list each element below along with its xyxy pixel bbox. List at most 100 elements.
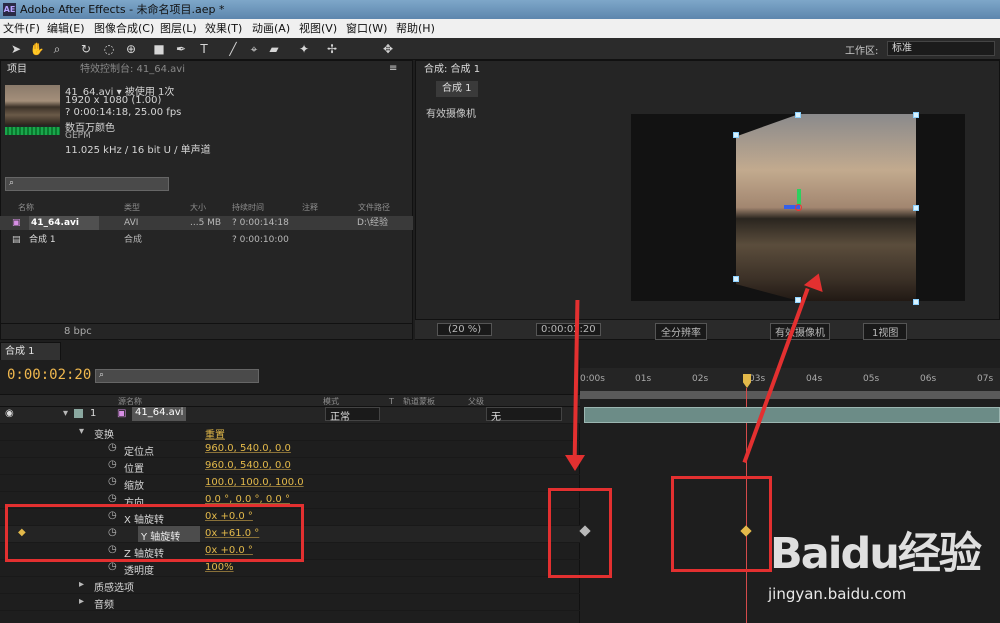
menu-composition[interactable]: 图像合成(C)	[94, 19, 154, 38]
rotated-footage-layer[interactable]	[736, 114, 916, 301]
annotation-box-first-keyframe	[548, 488, 612, 578]
project-tab[interactable]: 项目	[7, 62, 27, 78]
column-duration[interactable]: 持续时间	[232, 201, 264, 215]
stopwatch-icon[interactable]: ◷	[108, 493, 117, 504]
footage-resolution: 1920 x 1080 (1.00)	[65, 95, 162, 106]
pan-behind-icon[interactable]: ⊕	[123, 41, 139, 57]
project-item-type: AVI	[124, 218, 139, 228]
timeline-column-header	[0, 394, 580, 407]
stopwatch-icon[interactable]: ◷	[108, 476, 117, 487]
layer-handle[interactable]	[733, 276, 739, 282]
layer-handle[interactable]	[795, 112, 801, 118]
project-item-size: ...5 MB	[190, 218, 222, 228]
stopwatch-icon[interactable]: ◷	[108, 459, 117, 470]
project-item-duration: ? 0:00:14:18	[232, 218, 289, 228]
menu-file[interactable]: 文件(F)	[3, 19, 40, 38]
axis-mode-icon[interactable]: ✥	[380, 41, 396, 57]
ruler-label-1: 01s	[635, 374, 652, 384]
annotation-box-current-keyframe	[671, 476, 772, 572]
text-tool-icon[interactable]: T	[196, 41, 212, 57]
menu-animation[interactable]: 动画(A)	[252, 19, 290, 38]
blend-mode-select[interactable]: 正常	[325, 407, 380, 423]
x-axis-gizmo-icon[interactable]	[795, 204, 802, 211]
puppet-tool-icon[interactable]: ✢	[324, 41, 340, 57]
pen-tool-icon[interactable]: ✒	[173, 41, 189, 57]
column-size[interactable]: 大小	[190, 201, 206, 215]
menu-help[interactable]: 帮助(H)	[396, 19, 435, 38]
column-path[interactable]: 文件路径	[358, 201, 390, 215]
footage-codec: GEPM	[65, 131, 91, 141]
ruler-label-3: 03s	[749, 374, 766, 384]
zoom-tool-icon[interactable]: ⌕	[49, 41, 65, 57]
audio-waveform	[5, 127, 60, 135]
video-file-icon: ▣	[12, 218, 21, 228]
menu-effects[interactable]: 效果(T)	[205, 19, 242, 38]
project-row-footage[interactable]: ▣ 41_64.avi AVI ...5 MB ? 0:00:14:18 D:\…	[0, 216, 413, 230]
ruler-label-7: 07s	[977, 374, 994, 384]
project-search-input[interactable]: ⌕	[5, 177, 169, 191]
material-options-row[interactable]: ▸ 质感选项	[0, 577, 580, 594]
current-time-field[interactable]: 0:00:02:20	[536, 323, 601, 336]
layer-handle[interactable]	[913, 112, 919, 118]
position-row: ◷ 位置 960.0, 540.0, 0.0	[0, 458, 580, 475]
column-comment[interactable]: 注释	[302, 201, 318, 215]
roto-tool-icon[interactable]: ✦	[296, 41, 312, 57]
rectangle-tool-icon[interactable]: ■	[151, 41, 167, 57]
work-area-bar[interactable]	[580, 391, 1000, 399]
footage-icon: ▣	[117, 408, 127, 419]
visibility-eye-icon[interactable]: ◉	[5, 408, 14, 419]
column-type[interactable]: 类型	[124, 201, 140, 215]
view-layout-select[interactable]: 1视图	[863, 323, 908, 340]
eraser-tool-icon[interactable]: ▰	[266, 41, 282, 57]
active-camera-label: 有效摄像机	[426, 109, 476, 120]
timeline-search-input[interactable]: ⌕	[95, 369, 259, 383]
menu-edit[interactable]: 编辑(E)	[47, 19, 85, 38]
stopwatch-icon[interactable]: ◷	[108, 442, 117, 453]
resolution-select[interactable]: 全分辨率	[655, 323, 707, 340]
window-title-bar: AE Adobe After Effects - 未命名项目.aep *	[0, 0, 1000, 19]
stopwatch-icon[interactable]: ◷	[108, 561, 117, 572]
footage-thumbnail	[5, 85, 60, 125]
layer-handle[interactable]	[913, 205, 919, 211]
layer-duration-bar[interactable]	[584, 407, 1000, 423]
audio-row[interactable]: ▸ 音频	[0, 594, 580, 611]
selection-tool-icon[interactable]: ➤	[8, 41, 24, 57]
anchor-point-row: ◷ 定位点 960.0, 540.0, 0.0	[0, 441, 580, 458]
ruler-label-4: 04s	[806, 374, 823, 384]
camera-orbit-icon[interactable]: ◌	[101, 41, 117, 57]
camera-select[interactable]: 有效摄像机	[770, 323, 830, 340]
hand-tool-icon[interactable]: ✋	[29, 41, 45, 57]
layer-expand-icon[interactable]: ▾	[63, 408, 68, 419]
project-row-composition[interactable]: ▤ 合成 1 合成 ? 0:00:10:00	[0, 233, 413, 247]
timeline-tab[interactable]: 合成 1	[0, 342, 61, 360]
layer-handle[interactable]	[733, 132, 739, 138]
layer-color-label[interactable]	[74, 409, 83, 418]
ruler-label-0: 0:00s	[580, 374, 605, 384]
workspace-select[interactable]: 标准	[887, 41, 995, 56]
baidu-watermark-url: jingyan.baidu.com	[768, 585, 907, 603]
brush-tool-icon[interactable]: ╱	[225, 41, 241, 57]
composition-subtab[interactable]: 合成 1	[436, 81, 478, 97]
timeline-current-time[interactable]: 0:00:02:20	[7, 367, 91, 383]
menu-view[interactable]: 视图(V)	[299, 19, 337, 38]
panel-menu-icon[interactable]: ≡	[389, 61, 397, 77]
clone-tool-icon[interactable]: ⌖	[246, 41, 262, 57]
composition-tab[interactable]: 合成: 合成 1	[424, 62, 480, 78]
rotate-tool-icon[interactable]: ↻	[78, 41, 94, 57]
project-footer	[0, 323, 413, 338]
y-axis-gizmo-icon[interactable]	[797, 189, 801, 205]
menu-bar: 文件(F) 编辑(E) 图像合成(C) 图层(L) 效果(T) 动画(A) 视图…	[0, 19, 1000, 38]
project-item-name: 41_64.avi	[29, 216, 99, 230]
effect-controls-tab[interactable]: 特效控制台: 41_64.avi	[80, 62, 185, 78]
menu-window[interactable]: 窗口(W)	[346, 19, 387, 38]
zoom-select[interactable]: (20 %)	[437, 323, 493, 336]
ruler-label-5: 05s	[863, 374, 880, 384]
layer-handle[interactable]	[913, 299, 919, 305]
parent-select[interactable]: 无	[486, 407, 562, 423]
menu-layer[interactable]: 图层(L)	[160, 19, 197, 38]
reset-link[interactable]: 重置	[205, 426, 225, 441]
column-name[interactable]: 名称	[18, 201, 34, 215]
layer-row[interactable]: ◉ ▾ 1 ▣ 41_64.avi 正常 无	[0, 407, 580, 424]
layer-name[interactable]: 41_64.avi	[132, 407, 187, 421]
scale-row: ◷ 缩放 100.0, 100.0, 100.0	[0, 475, 580, 492]
